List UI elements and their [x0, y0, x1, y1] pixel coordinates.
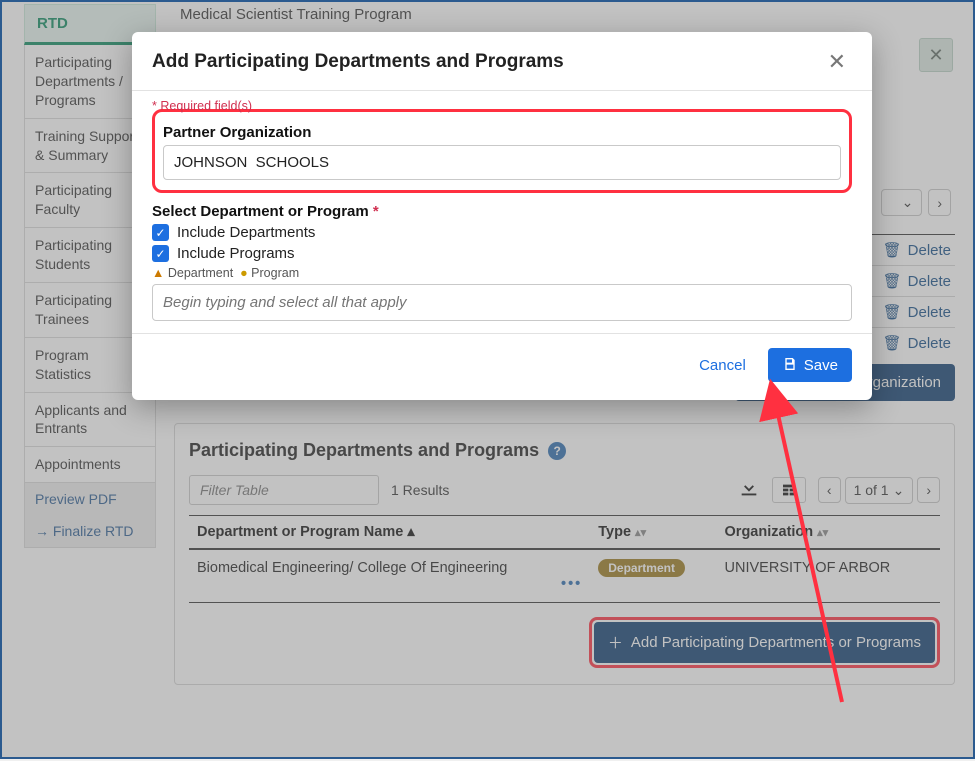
modal-title: Add Participating Departments and Progra…: [152, 51, 564, 73]
required-star-icon: *: [373, 203, 379, 220]
partner-organization-label: Partner Organization: [163, 124, 841, 141]
checkbox-checked-icon: ✓: [152, 245, 169, 262]
triangle-icon: ▲: [152, 266, 164, 280]
checkbox-checked-icon: ✓: [152, 224, 169, 241]
partner-organization-input[interactable]: [163, 145, 841, 180]
include-departments-checkbox[interactable]: ✓ Include Departments: [152, 224, 852, 241]
department-program-search-input[interactable]: [152, 284, 852, 321]
select-department-label: Select Department or Program *: [152, 203, 852, 220]
modal-close-button[interactable]: ✕: [822, 48, 852, 76]
include-programs-checkbox[interactable]: ✓ Include Programs: [152, 245, 852, 262]
save-button[interactable]: Save: [768, 348, 852, 382]
close-icon: ✕: [828, 49, 846, 74]
add-departments-modal: Add Participating Departments and Progra…: [132, 32, 872, 400]
annotation-highlight: Partner Organization: [152, 109, 852, 193]
save-disk-icon: [782, 356, 798, 374]
cancel-button[interactable]: Cancel: [693, 356, 752, 375]
type-legend: ▲ Department ● Program: [152, 266, 852, 280]
circle-icon: ●: [240, 266, 248, 280]
